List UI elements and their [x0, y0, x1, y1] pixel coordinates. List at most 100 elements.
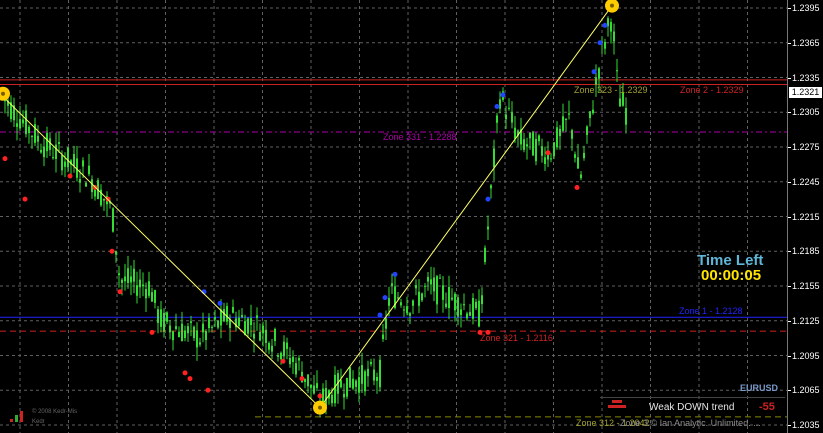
candle-body [430, 279, 432, 285]
trend-divider [600, 397, 785, 398]
candle-body [592, 109, 594, 114]
candle-body [88, 165, 90, 175]
candle-body [28, 126, 30, 134]
zone-1-label: Zone 1 - 1.2128 [679, 306, 743, 316]
candle-body [469, 312, 471, 316]
price-tick-mark [788, 42, 791, 44]
candle-body [202, 323, 204, 333]
candle-body [199, 342, 201, 345]
candle-body [604, 42, 606, 49]
candle-body [157, 309, 159, 323]
candle-body [352, 378, 354, 389]
low-fractal-dot [182, 370, 188, 376]
candle-body [550, 158, 552, 160]
candle-body [16, 123, 18, 127]
candle-body [409, 313, 411, 316]
copyright-line-1: © 2008 Kedr-Mis [32, 409, 78, 415]
candle-body [535, 138, 537, 162]
price-chart[interactable]: Zone 323 - 1.2329 Zone 2 - 1.2329 Zone 3… [0, 0, 787, 433]
candle-body [553, 142, 555, 157]
candle-body [625, 108, 627, 125]
candle-body [253, 333, 255, 339]
candle-body [127, 268, 129, 283]
price-tick-label: 1.2335 [792, 72, 820, 83]
candle-body [289, 357, 291, 365]
candle-body [457, 297, 459, 317]
candle-body [343, 393, 345, 398]
candle-body [415, 285, 417, 289]
low-fractal-dot [299, 376, 305, 382]
zigzag-line [0, 5, 613, 409]
price-axis[interactable]: 1.2395 1.2365 1.2335 1.2305 1.2275 1.2245 1.22… [787, 0, 823, 433]
candle-body [397, 297, 399, 299]
high-fractal-dot [494, 103, 500, 109]
candle-body [307, 374, 309, 387]
price-tick-mark [788, 425, 791, 426]
candle-body [208, 317, 210, 329]
zone-331-label: Zone 331 - 1.2288 [383, 132, 457, 142]
candle-body [355, 380, 357, 387]
candle-body [268, 343, 270, 350]
candle-body [487, 226, 489, 230]
candle-body [436, 276, 438, 305]
chart-canvas[interactable] [0, 0, 787, 433]
footer-info: Zone 3 © Ian Analytic. Unlimited. ... [620, 418, 761, 428]
candle-body [541, 146, 543, 156]
high-fractal-dot [591, 69, 597, 75]
candle-body [217, 321, 219, 328]
candle-body [385, 318, 387, 329]
price-tick-mark [788, 181, 791, 183]
low-fractal-dot [117, 289, 123, 295]
candle-body [340, 380, 342, 388]
candle-body [346, 377, 348, 397]
time-left-value: 00:00:05 [701, 267, 762, 284]
low-fractal-dot [280, 358, 286, 364]
candle-body [37, 135, 39, 142]
candle-body [163, 312, 165, 332]
price-tick-label: 1.2035 [792, 420, 820, 430]
candle-body [616, 70, 618, 72]
price-tick-mark [788, 8, 791, 9]
candle-body [58, 142, 60, 144]
candle-body [589, 111, 591, 119]
candle-body [445, 303, 447, 307]
price-tick-label: 1.2065 [792, 385, 820, 396]
candle-body [298, 357, 300, 361]
price-tick-label: 1.2095 [792, 350, 820, 361]
high-fractal-dot [485, 196, 491, 202]
candle-body [247, 318, 249, 334]
candle-body [454, 293, 456, 311]
low-fractal-dot [205, 387, 211, 393]
high-fractal-dot [500, 92, 506, 98]
candle-body [559, 128, 561, 137]
candle-body [82, 160, 84, 167]
high-fractal-dot [597, 40, 603, 46]
candle-body [424, 285, 426, 287]
candle-body [313, 385, 315, 394]
candle-body [484, 247, 486, 262]
candle-body [466, 313, 468, 319]
candle-body [223, 309, 225, 322]
candle-body [364, 371, 366, 392]
candle-body [292, 356, 294, 362]
price-tick-label: 1.2395 [792, 3, 820, 13]
candle-body [151, 292, 153, 302]
candle-body [532, 132, 534, 156]
candle-body [190, 321, 192, 324]
low-fractal-dot [545, 150, 551, 156]
candle-body [115, 251, 117, 255]
high-fractal-dot [392, 271, 398, 277]
candle-body [79, 179, 81, 183]
candle-body [619, 98, 621, 107]
candle-body [361, 365, 363, 384]
candle-body [367, 368, 369, 377]
candle-body [529, 132, 531, 139]
swing-marker-inner [1, 91, 5, 96]
candle-body [418, 291, 420, 306]
low-fractal-dot [149, 329, 155, 335]
candle-body [433, 277, 435, 292]
candle-body [310, 384, 312, 388]
candle-body [421, 293, 423, 301]
candle-body [379, 359, 381, 388]
candle-body [259, 332, 261, 341]
